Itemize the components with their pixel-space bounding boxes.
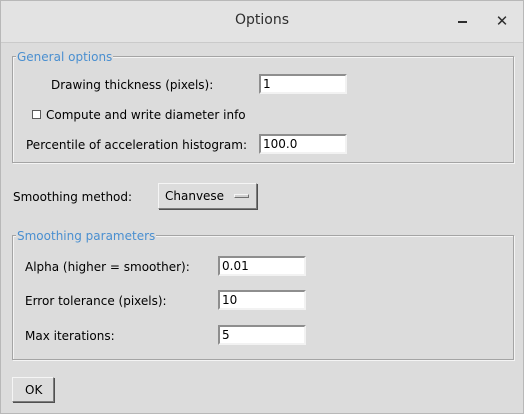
error-tolerance-input[interactable] xyxy=(218,290,306,310)
max-iterations-label: Max iterations: xyxy=(25,329,115,343)
title-bar: Options ✕ xyxy=(1,1,523,43)
percentile-input[interactable] xyxy=(259,134,347,154)
alpha-label: Alpha (higher = smoother): xyxy=(25,260,190,274)
smoothing-method-label: Smoothing method: xyxy=(13,190,133,204)
option-menu-indicator-icon xyxy=(234,194,249,198)
smoothing-method-value: Chanvese xyxy=(165,189,225,203)
drawing-thickness-label: Drawing thickness (pixels): xyxy=(51,78,214,92)
smoothing-method-select[interactable]: Chanvese xyxy=(158,183,257,209)
error-tolerance-label: Error tolerance (pixels): xyxy=(25,294,167,308)
compute-diameter-label[interactable]: Compute and write diameter info xyxy=(46,108,246,122)
ok-button-label: OK xyxy=(25,383,43,397)
smoothing-parameters-legend: Smoothing parameters xyxy=(16,229,157,243)
general-options-legend: General options xyxy=(16,50,114,64)
window-title: Options xyxy=(234,12,290,28)
drawing-thickness-input[interactable] xyxy=(259,74,347,94)
max-iterations-input[interactable] xyxy=(218,325,306,345)
options-dialog: Options ✕ General options Drawing thickn… xyxy=(0,0,524,414)
ok-button[interactable]: OK xyxy=(12,377,54,402)
compute-diameter-checkbox[interactable] xyxy=(32,110,41,119)
alpha-input[interactable] xyxy=(218,256,306,276)
minimize-icon[interactable] xyxy=(458,21,467,23)
close-icon[interactable]: ✕ xyxy=(494,13,510,29)
percentile-label: Percentile of acceleration histogram: xyxy=(26,138,248,152)
